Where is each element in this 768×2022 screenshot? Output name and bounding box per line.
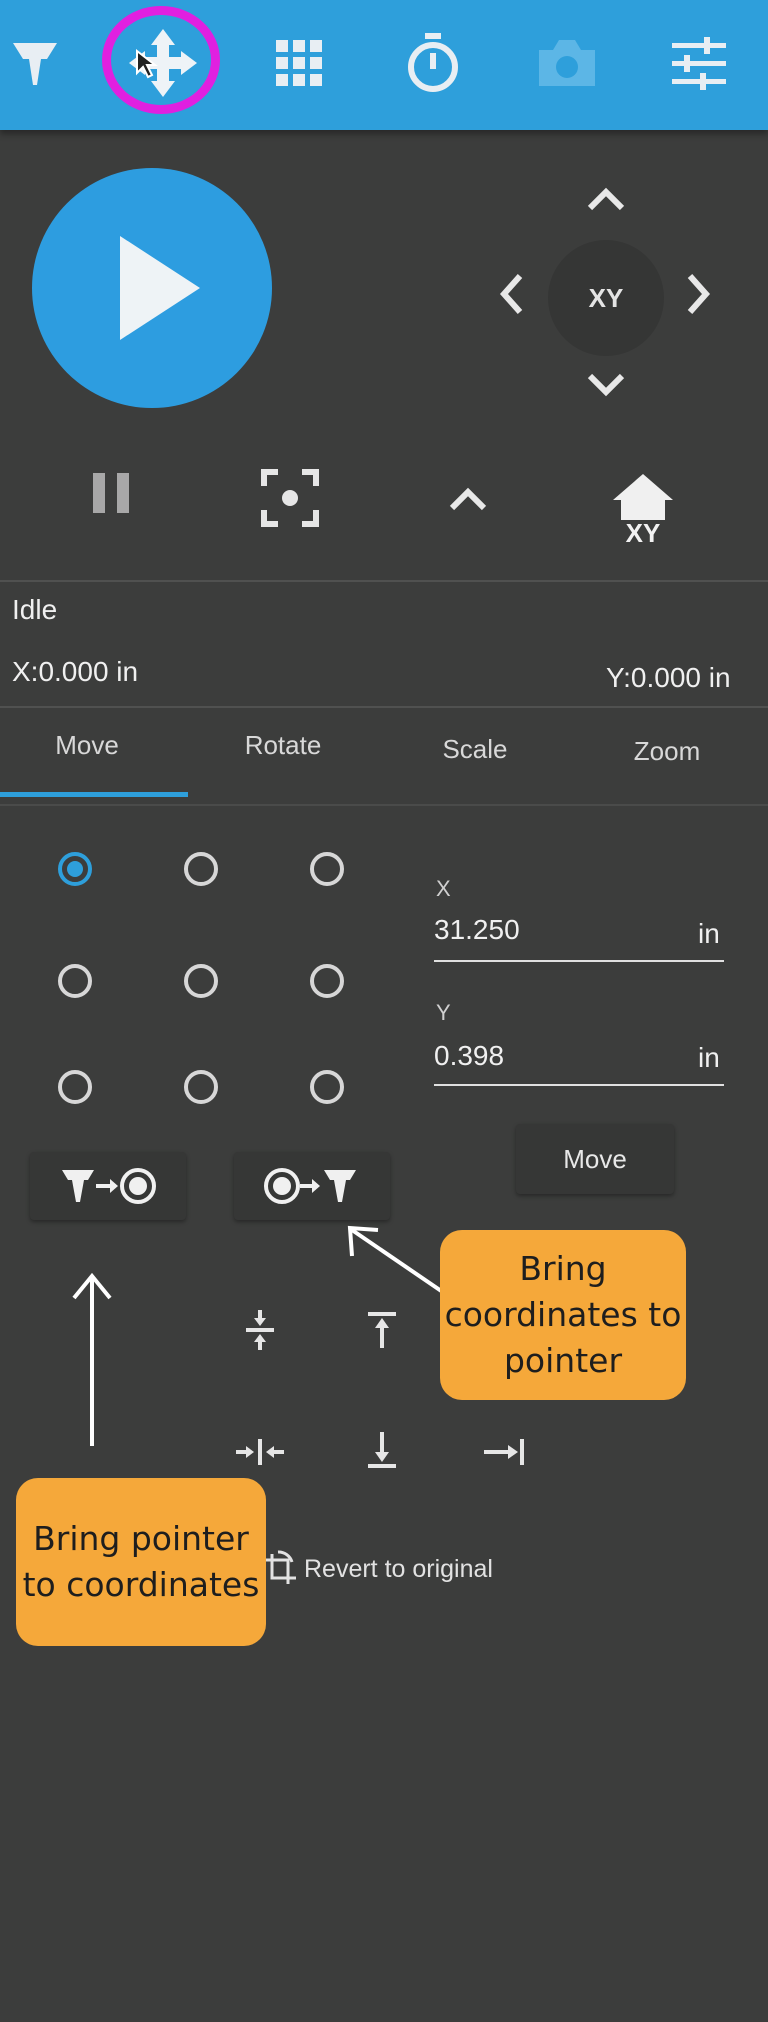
highlight-circle <box>102 6 220 114</box>
status-divider-top <box>0 580 768 582</box>
grid-icon[interactable] <box>254 18 344 108</box>
annotation-arrow-left <box>72 1272 112 1446</box>
play-icon <box>120 236 200 340</box>
jog-center-xy[interactable]: XY <box>548 240 664 356</box>
anchor-radio-bottom-right[interactable] <box>310 1070 344 1104</box>
jog-up-icon[interactable] <box>586 186 626 212</box>
x-field-label: X <box>436 876 451 901</box>
home-xy-label: XY <box>625 518 661 548</box>
x-field-unit: in <box>698 918 720 949</box>
y-field-underline <box>434 1084 724 1086</box>
top-toolbar <box>0 0 768 130</box>
anchor-radio-bottom-center[interactable] <box>184 1070 218 1104</box>
camera-icon[interactable] <box>522 18 612 108</box>
pause-icon <box>93 473 129 513</box>
callout-bring-coordinates-to-pointer: Bring coordinates to pointer <box>440 1230 686 1400</box>
tabs-divider <box>0 804 768 806</box>
sliders-icon[interactable] <box>654 18 744 108</box>
play-button[interactable] <box>32 168 272 408</box>
align-center-vertical-icon <box>246 1310 274 1350</box>
align-right-button[interactable] <box>480 1430 530 1474</box>
align-right-icon <box>484 1439 524 1465</box>
anchor-radio-top-left[interactable] <box>58 852 92 886</box>
chevron-up-icon <box>449 487 487 511</box>
anchor-radio-middle-left[interactable] <box>58 964 92 998</box>
x-field-value[interactable]: 31.250 <box>434 914 520 946</box>
anchor-radio-middle-right[interactable] <box>310 964 344 998</box>
laser-to-target-icon <box>62 1168 156 1204</box>
y-field-label: Y <box>436 1000 451 1025</box>
tab-scale[interactable]: Scale <box>380 734 570 765</box>
jog-down-icon[interactable] <box>586 372 626 398</box>
revert-crop-icon <box>264 1550 296 1584</box>
target-to-laser-icon <box>264 1168 356 1204</box>
tab-zoom[interactable]: Zoom <box>572 736 762 767</box>
align-bottom-button[interactable] <box>360 1426 404 1474</box>
tab-move[interactable]: Move <box>0 730 182 761</box>
stopwatch-icon[interactable] <box>388 18 478 108</box>
pause-button[interactable] <box>86 468 136 518</box>
move-button[interactable]: Move <box>516 1124 674 1194</box>
revert-label: Revert to original <box>304 1554 493 1583</box>
laser-head-icon[interactable] <box>0 18 80 108</box>
align-bottom-icon <box>368 1432 396 1468</box>
align-center-horizontal-icon <box>236 1439 284 1465</box>
tab-rotate[interactable]: Rotate <box>188 730 378 761</box>
y-position-readout: Y:0.000 in <box>606 662 731 693</box>
status-divider-bottom <box>0 706 768 708</box>
x-position-readout: X:0.000 in <box>12 656 139 687</box>
anchor-radio-bottom-left[interactable] <box>58 1070 92 1104</box>
frame-focus-icon <box>261 469 319 527</box>
center-horizontal-button[interactable] <box>232 1430 288 1474</box>
z-up-button[interactable] <box>446 482 490 516</box>
active-tab-indicator <box>0 792 188 797</box>
machine-state: Idle <box>12 594 58 625</box>
frame-button[interactable] <box>258 466 322 530</box>
y-field-unit: in <box>698 1042 720 1073</box>
center-vertical-button[interactable] <box>238 1306 282 1354</box>
anchor-radio-middle-center[interactable] <box>184 964 218 998</box>
anchor-radio-top-center[interactable] <box>184 852 218 886</box>
bring-pointer-to-coordinates-button[interactable] <box>30 1152 186 1220</box>
home-xy-button[interactable]: XY <box>606 472 680 554</box>
revert-to-original-button[interactable]: Revert to original <box>262 1550 493 1588</box>
x-field-underline <box>434 960 724 962</box>
callout-bring-pointer-to-coordinates: Bring pointer to coordinates <box>16 1478 266 1646</box>
y-field-value[interactable]: 0.398 <box>434 1040 504 1072</box>
jog-left-icon[interactable] <box>498 272 524 316</box>
jog-right-icon[interactable] <box>686 272 712 316</box>
home-icon <box>613 474 673 520</box>
bring-coordinates-to-pointer-button[interactable] <box>234 1152 390 1220</box>
anchor-radio-top-right[interactable] <box>310 852 344 886</box>
